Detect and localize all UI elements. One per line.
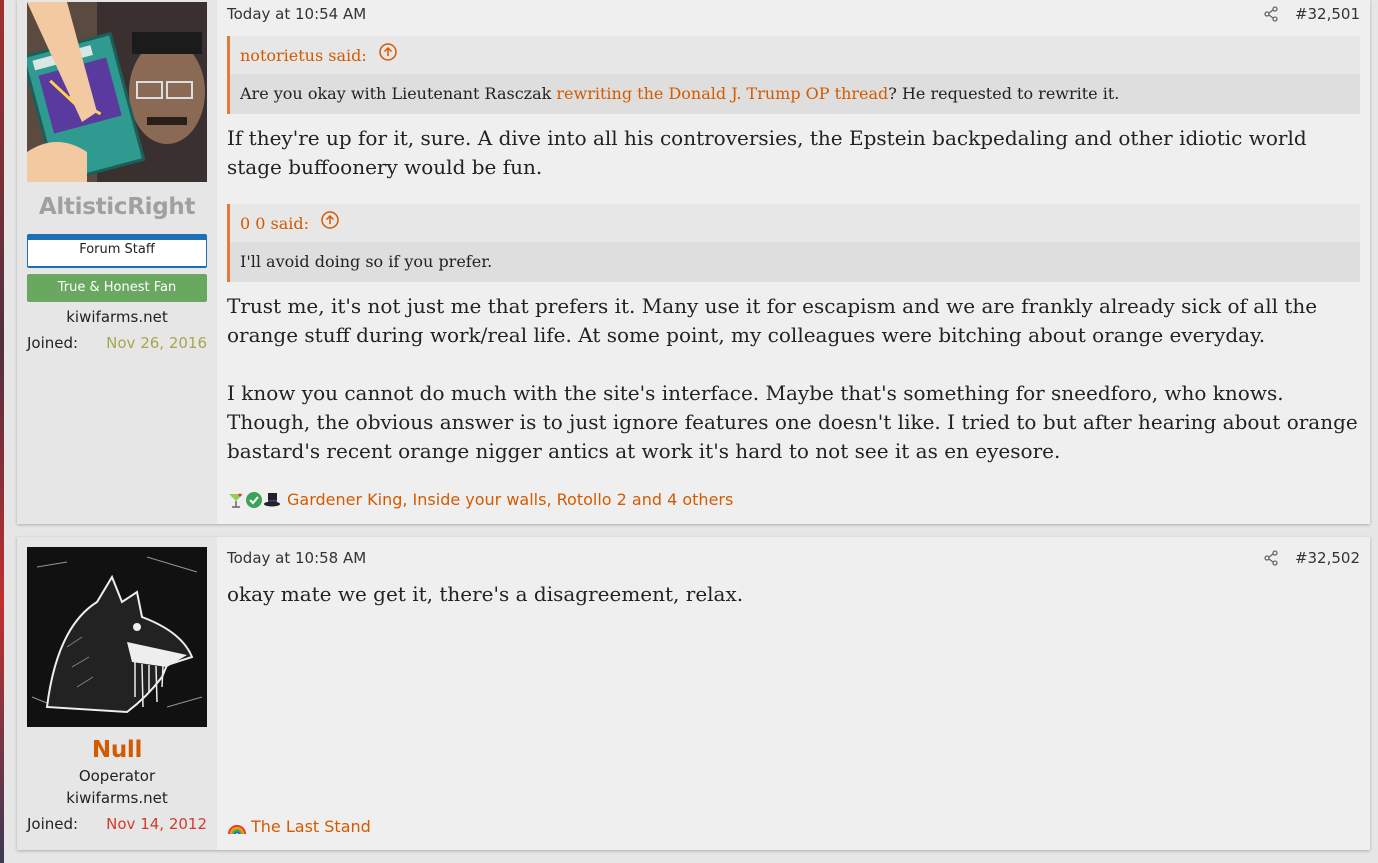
- quote-text-end: ? He requested to rewrite it.: [888, 84, 1120, 103]
- post-timestamp[interactable]: Today at 10:54 AM: [227, 5, 366, 23]
- true-honest-fan-banner: True & Honest Fan: [27, 274, 207, 302]
- jump-up-icon[interactable]: [378, 37, 398, 77]
- joined-row: Joined: Nov 26, 2016: [27, 334, 207, 352]
- post-body: Today at 10:54 AM #32,501 notorietus sai…: [217, 0, 1370, 524]
- checkmark-icon: [245, 491, 263, 509]
- username[interactable]: Null: [17, 737, 217, 763]
- share-icon[interactable]: [1263, 550, 1279, 566]
- quote-block: 0 0 said: I'll avoid doing so if you pre…: [227, 204, 1360, 282]
- quote-link[interactable]: rewriting the Donald J. Trump OP thread: [556, 84, 888, 103]
- reactions-bar[interactable]: Gardener King, Inside your walls, Rotoll…: [227, 490, 733, 509]
- message-text: Trust me, it's not just me that prefers …: [227, 292, 1360, 466]
- message-paragraph: Trust me, it's not just me that prefers …: [227, 294, 1318, 347]
- joined-date: Nov 14, 2012: [106, 815, 207, 833]
- avatar[interactable]: [27, 2, 207, 182]
- reactions-bar[interactable]: The Last Stand: [227, 817, 371, 836]
- quote-header[interactable]: notorietus said:: [230, 36, 1360, 74]
- quote-header[interactable]: 0 0 said:: [230, 204, 1360, 242]
- message-paragraph: If they're up for it, sure. A dive into …: [227, 126, 1307, 179]
- rainbow-icon: [227, 818, 246, 836]
- forum-staff-banner: Forum Staff: [27, 234, 207, 268]
- joined-label: Joined:: [27, 334, 79, 352]
- quote-block: notorietus said: Are you okay with Lieut…: [227, 36, 1360, 114]
- reactions-list-link[interactable]: The Last Stand: [251, 817, 371, 836]
- page-edge-strip: [0, 0, 4, 863]
- message-text: If they're up for it, sure. A dive into …: [227, 124, 1360, 182]
- message-paragraph: okay mate we get it, there's a disagreem…: [227, 582, 744, 606]
- quote-content: I'll avoid doing so if you prefer.: [230, 242, 1360, 282]
- joined-row: Joined: Nov 14, 2012: [27, 815, 207, 833]
- post-meta: Today at 10:54 AM #32,501: [227, 0, 1360, 28]
- joined-label: Joined:: [27, 815, 79, 833]
- jump-up-icon[interactable]: [320, 205, 340, 245]
- post-number-link[interactable]: #32,502: [1295, 549, 1360, 567]
- message-paragraph: I know you cannot do much with the site'…: [227, 381, 1358, 463]
- cocktail-icon: [227, 491, 245, 509]
- user-title: Ooperator: [78, 767, 156, 785]
- quote-author[interactable]: notorietus said:: [240, 46, 367, 65]
- quote-content: Are you okay with Lieutenant Rasczak rew…: [230, 74, 1360, 114]
- user-info-panel: Null Ooperator kiwifarms.net Joined: Nov…: [17, 537, 217, 850]
- forum-post: AltisticRight Forum Staff True & Honest …: [17, 0, 1370, 524]
- user-info-panel: AltisticRight Forum Staff True & Honest …: [17, 0, 217, 524]
- quote-author[interactable]: 0 0 said:: [240, 214, 309, 233]
- message-text: okay mate we get it, there's a disagreem…: [227, 580, 1360, 609]
- post-timestamp[interactable]: Today at 10:58 AM: [227, 549, 366, 567]
- quote-text: Are you okay with Lieutenant Rasczak: [240, 84, 557, 103]
- avatar[interactable]: [27, 547, 207, 727]
- user-site: kiwifarms.net: [66, 789, 168, 807]
- post-number-link[interactable]: #32,501: [1295, 5, 1360, 23]
- reactions-list-link[interactable]: Gardener King, Inside your walls, Rotoll…: [287, 490, 733, 509]
- share-icon[interactable]: [1263, 6, 1279, 22]
- forum-post: Null Ooperator kiwifarms.net Joined: Nov…: [17, 537, 1370, 850]
- post-body: Today at 10:58 AM #32,502 okay mate we g…: [217, 537, 1370, 850]
- joined-date: Nov 26, 2016: [106, 334, 207, 352]
- post-meta: Today at 10:58 AM #32,502: [227, 544, 1360, 572]
- user-site: kiwifarms.net: [66, 308, 168, 326]
- top-hat-icon: [263, 491, 281, 509]
- username[interactable]: AltisticRight: [17, 194, 217, 220]
